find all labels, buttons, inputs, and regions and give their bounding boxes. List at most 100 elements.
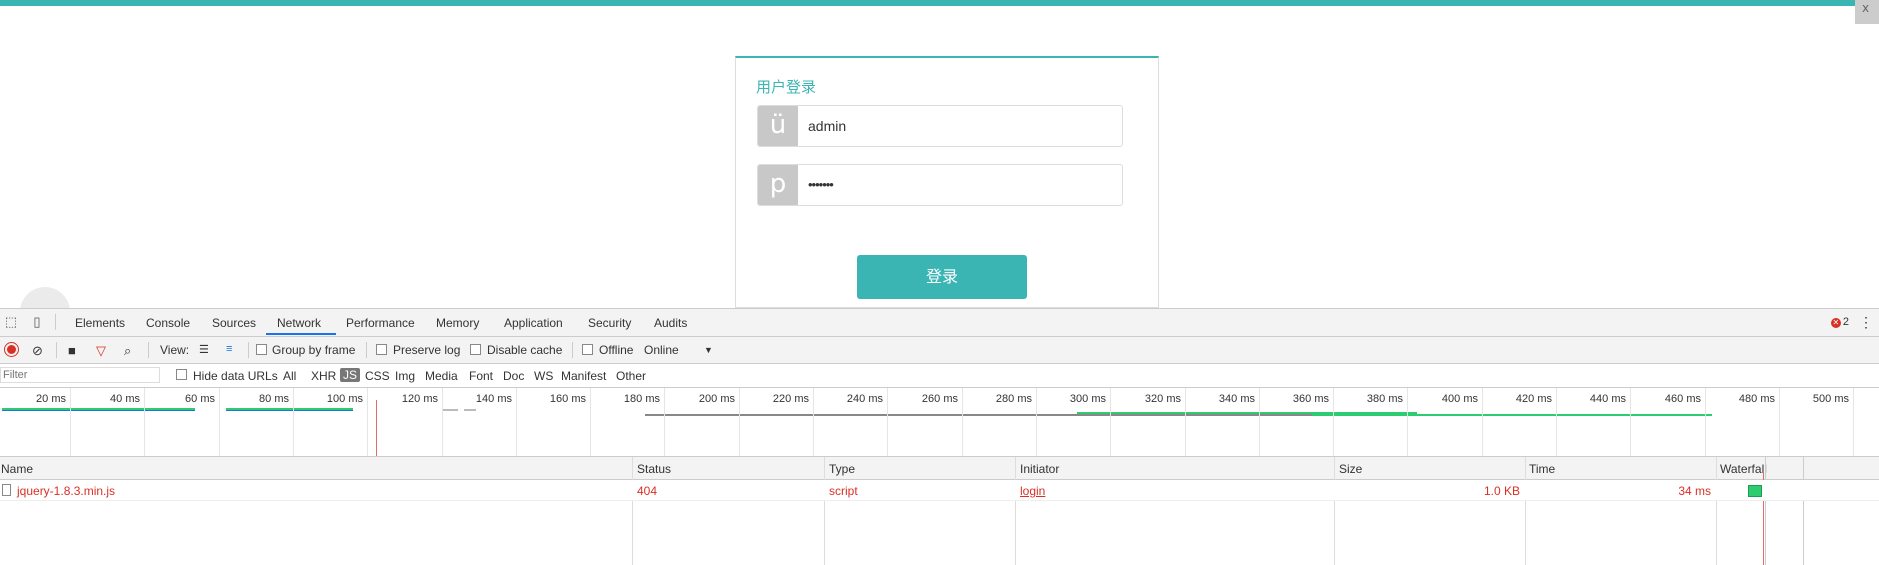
filter-type-manifest[interactable]: Manifest (561, 369, 606, 383)
table-row[interactable]: jquery-1.8.3.min.js 404 script login 1.0… (0, 480, 1879, 501)
filter-type-all[interactable]: All (283, 369, 296, 383)
timeline-tick-label: 120 ms (401, 393, 438, 405)
tab-performance[interactable]: Performance (346, 316, 415, 330)
filter-type-ws[interactable]: WS (534, 369, 553, 383)
timeline-gridline (1853, 388, 1854, 456)
network-toolbar: ⊘ ■ ▽ ⌕ View: ☰ ≡ Group by frame Preserv… (0, 337, 1879, 364)
timeline-tick-label: 60 ms (185, 393, 215, 405)
filter-bar: Hide data URLs All XHR JS CSS Img Media … (0, 364, 1879, 388)
filter-type-doc[interactable]: Doc (503, 369, 524, 383)
preserve-log-checkbox[interactable] (376, 344, 387, 355)
column-size[interactable]: Size (1339, 462, 1362, 476)
timeline-tick-label: 360 ms (1292, 393, 1329, 405)
group-by-frame-checkbox[interactable] (256, 344, 267, 355)
column-divider (1334, 457, 1335, 565)
filter-type-other[interactable]: Other (616, 369, 646, 383)
filter-type-js[interactable]: JS (340, 368, 361, 382)
timeline-gridline (367, 388, 368, 456)
timeline-gridline (1705, 388, 1706, 456)
close-icon: x (1862, 1, 1870, 15)
timeline-tick-label: 340 ms (1218, 393, 1255, 405)
timeline-tick-label: 380 ms (1366, 393, 1403, 405)
record-button[interactable] (5, 343, 18, 356)
disable-cache-checkbox[interactable] (470, 344, 481, 355)
tab-application[interactable]: Application (504, 316, 563, 330)
devtools-panel: ⬚ ▯ Elements Console Sources Network Per… (0, 308, 1879, 565)
column-waterfall[interactable]: Waterfall (1720, 462, 1767, 476)
device-toolbar-icon[interactable]: ▯ (29, 314, 45, 330)
timeline-tick-label: 320 ms (1144, 393, 1181, 405)
column-initiator[interactable]: Initiator (1020, 462, 1059, 476)
tab-elements[interactable]: Elements (75, 316, 125, 330)
timeline-gridline (1779, 388, 1780, 456)
timeline-gridline (1482, 388, 1483, 456)
filter-input[interactable] (0, 367, 160, 383)
column-type[interactable]: Type (829, 462, 855, 476)
timeline-bar (226, 408, 353, 410)
tab-sources[interactable]: Sources (212, 316, 256, 330)
user-icon: ü (758, 106, 798, 146)
timeline-gridline (442, 388, 443, 456)
request-name[interactable]: jquery-1.8.3.min.js (17, 484, 115, 498)
waterfall-view-icon[interactable]: ≡ (226, 343, 232, 355)
column-divider (1525, 457, 1526, 565)
chevron-down-icon[interactable]: ▼ (704, 345, 713, 355)
divider (366, 342, 367, 358)
timeline-tick-label: 460 ms (1664, 393, 1701, 405)
timeline-gridline (590, 388, 591, 456)
screenshot-camera-icon[interactable]: ■ (68, 343, 76, 358)
tab-memory[interactable]: Memory (436, 316, 479, 330)
column-time[interactable]: Time (1529, 462, 1555, 476)
timeline-gridline (887, 388, 888, 456)
inspect-element-icon[interactable]: ⬚ (3, 314, 19, 330)
large-rows-icon[interactable]: ☰ (199, 343, 209, 356)
timeline-tick-label: 220 ms (772, 393, 809, 405)
tab-network[interactable]: Network (277, 316, 321, 330)
timeline-gridline (293, 388, 294, 456)
preserve-log-label: Preserve log (393, 343, 461, 357)
search-icon[interactable]: ⌕ (124, 343, 131, 359)
timeline-bar (464, 409, 476, 411)
timeline-gridline (1556, 388, 1557, 456)
filter-type-font[interactable]: Font (469, 369, 493, 383)
request-initiator-link[interactable]: login (1020, 484, 1045, 498)
throttling-select[interactable]: Online (644, 343, 679, 357)
dom-loaded-marker (376, 400, 377, 456)
tab-audits[interactable]: Audits (654, 316, 687, 330)
clear-icon[interactable]: ⊘ (32, 343, 43, 359)
username-field[interactable]: ü admin (757, 105, 1123, 147)
login-card: 用户登录 ü admin p ••••••• 登录 (735, 56, 1159, 308)
filter-icon[interactable]: ▽ (96, 343, 106, 359)
timeline-gridline (1407, 388, 1408, 456)
column-divider (824, 457, 825, 565)
timeline-bar (2, 408, 195, 410)
timeline-overview[interactable]: 20 ms 40 ms 60 ms 80 ms 100 ms 120 ms 140 ms 16… (0, 388, 1879, 457)
tab-security[interactable]: Security (588, 316, 631, 330)
login-button[interactable]: 登录 (857, 255, 1027, 299)
hide-data-urls-label: Hide data URLs (193, 369, 278, 383)
timeline-tick-label: 20 ms (36, 393, 66, 405)
filter-type-xhr[interactable]: XHR (311, 369, 336, 383)
timeline-tick-label: 140 ms (475, 393, 512, 405)
filter-type-media[interactable]: Media (425, 369, 458, 383)
error-count-badge[interactable]: ✕ 2 (1830, 316, 1849, 328)
more-options-icon[interactable]: ⋮ (1859, 314, 1873, 331)
timeline-tick-label: 480 ms (1738, 393, 1775, 405)
close-corner-button[interactable]: x (1855, 0, 1879, 24)
filter-type-img[interactable]: Img (395, 369, 415, 383)
request-status: 404 (637, 484, 658, 498)
offline-label: Offline (599, 343, 634, 357)
hide-data-urls-checkbox[interactable] (176, 369, 187, 380)
disable-cache-label: Disable cache (487, 343, 563, 357)
column-name[interactable]: Name (1, 462, 33, 476)
tab-console[interactable]: Console (146, 316, 190, 330)
timeline-tick-label: 280 ms (995, 393, 1032, 405)
divider (56, 342, 57, 358)
offline-checkbox[interactable] (582, 344, 593, 355)
password-field[interactable]: p ••••••• (757, 164, 1123, 206)
timeline-gridline (1333, 388, 1334, 456)
column-status[interactable]: Status (637, 462, 671, 476)
timeline-gridline (1630, 388, 1631, 456)
username-value: admin (808, 118, 847, 134)
filter-type-css[interactable]: CSS (365, 369, 390, 383)
